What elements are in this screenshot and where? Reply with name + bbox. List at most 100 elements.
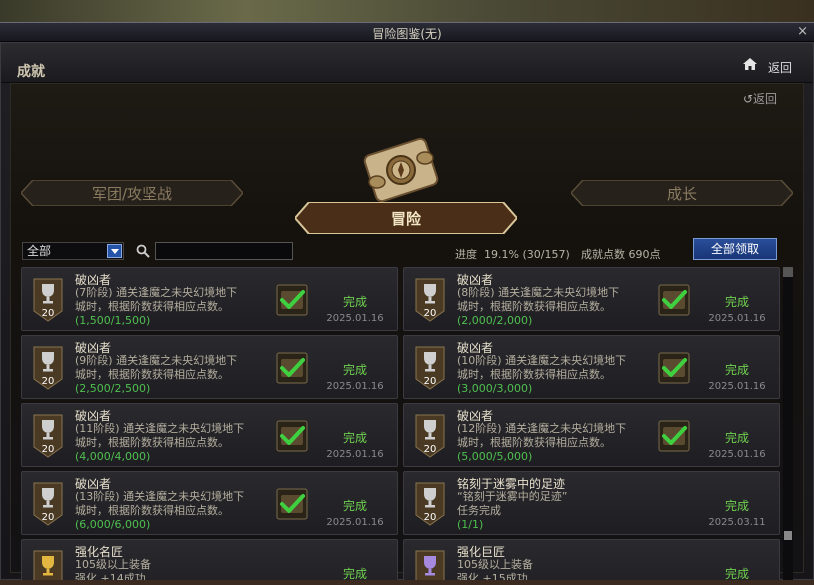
achievement-desc-line2: 城时，根据阶数获得相应点数。 (457, 436, 611, 449)
achievement-description: (8阶段) 通关逢魔之未央幻境地下 城时，根据阶数获得相应点数。 (457, 286, 657, 314)
achievement-description: (10阶段) 通关逢魔之未央幻境地下 城时，根据阶数获得相应点数。 (457, 354, 657, 382)
achievement-desc-line1: (7阶段) 通关逢魔之未央幻境地下 (75, 286, 238, 299)
achievement-date: 2025.03.11 (708, 517, 766, 528)
section-header: 成就 返回 (1, 43, 813, 83)
tab-legion-label: 军团/攻坚战 (91, 184, 173, 203)
achievement-card[interactable]: 20 破凶者 (12阶段) 通关逢魔之未央幻境地下 城时，根据阶数获得相应点数。 (5,… (403, 403, 780, 467)
reward-claimed-check-icon[interactable] (276, 488, 308, 520)
background-scene-bottom (0, 580, 814, 585)
achievement-desc-line2: 城时，根据阶数获得相应点数。 (457, 368, 611, 381)
scroll-up-button[interactable] (783, 267, 793, 277)
achievement-card[interactable]: 20 破凶者 (13阶段) 通关逢魔之未央幻境地下 城时，根据阶数获得相应点数。 (6,… (21, 471, 398, 535)
scroll-compass-icon (363, 137, 439, 203)
achievement-status: 完成 (724, 295, 749, 309)
chevron-down-icon[interactable] (107, 244, 122, 258)
achievement-card[interactable]: 20 破凶者 (10阶段) 通关逢魔之未央幻境地下 城时，根据阶数获得相应点数。 (3,… (403, 335, 780, 399)
home-icon[interactable] (743, 58, 757, 70)
achievement-desc-line1: (13阶段) 通关逢魔之未央幻境地下 (75, 490, 245, 503)
points-value: 690点 (628, 248, 661, 261)
return-label: 返回 (752, 92, 777, 106)
achievement-progress: (4,000/4,000) (75, 450, 151, 463)
achievement-status: 完成 (342, 363, 367, 377)
achievement-progress: (6,000/6,000) (75, 518, 151, 531)
return-button[interactable]: ↺返回 (743, 90, 777, 107)
section-title: 成就 (17, 64, 45, 80)
achievement-points: 20 (41, 444, 55, 455)
achievement-desc-line2: 城时，根据阶数获得相应点数。 (75, 300, 229, 313)
achievement-desc-line1: 105级以上装备 (457, 558, 533, 571)
reward-claimed-check-icon[interactable] (658, 284, 690, 316)
achievement-status: 完成 (342, 295, 367, 309)
achievement-date: 2025.01.16 (708, 313, 766, 324)
achievement-progress: (3,000/3,000) (457, 382, 533, 395)
achievement-progress: (1/1) (457, 518, 484, 531)
search-input[interactable] (155, 242, 293, 260)
progress-text: 进度 19.1% (30/157) (455, 246, 570, 262)
reward-claimed-check-icon[interactable] (658, 420, 690, 452)
achievement-window: 成就 返回 ↺返回 军团/攻坚战 冒险 成长 全部 进度 19.1% (30/1… (0, 42, 814, 585)
tab-growth[interactable]: 成长 (571, 180, 793, 206)
achievement-date: 2025.01.16 (326, 449, 384, 460)
achievement-card[interactable]: 20 破凶者 (11阶段) 通关逢魔之未央幻境地下 城时，根据阶数获得相应点数。 (4,… (21, 403, 398, 467)
achievement-date: 2025.01.16 (326, 517, 384, 528)
tab-legion[interactable]: 军团/攻坚战 (21, 180, 243, 206)
reward-claimed-check-icon[interactable] (276, 284, 308, 316)
achievement-points: 20 (41, 308, 55, 319)
achievement-desc-line1: 105级以上装备 (75, 558, 151, 571)
achievement-desc-line1: (12阶段) 通关逢魔之未央幻境地下 (457, 422, 627, 435)
achievement-badge: 20 (415, 278, 445, 322)
achievement-badge: 20 (33, 482, 63, 526)
achievement-status: 完成 (724, 499, 749, 513)
achievement-desc-line2: 城时，根据阶数获得相应点数。 (457, 300, 611, 313)
background-scene (0, 0, 814, 22)
achievement-badge: 20 (33, 414, 63, 458)
achievement-badge: 20 (415, 414, 445, 458)
achievement-card[interactable]: 20 破凶者 (8阶段) 通关逢魔之未央幻境地下 城时，根据阶数获得相应点数。 (2,0… (403, 267, 780, 331)
achievement-card[interactable]: 100强化巨匠105级以上装备强化 +15成功(1/1)完成2025.03.11 (403, 539, 780, 585)
achievement-description: (12阶段) 通关逢魔之未央幻境地下 城时，根据阶数获得相应点数。 (457, 422, 657, 450)
claim-all-button[interactable]: 全部领取 (693, 238, 777, 260)
achievement-description: (7阶段) 通关逢魔之未央幻境地下 城时，根据阶数获得相应点数。 (75, 286, 275, 314)
achievement-desc-line2: 任务完成 (457, 504, 501, 517)
achievement-description: “铭刻于迷雾中的足迹” 任务完成 (457, 490, 657, 518)
scrollbar[interactable] (783, 267, 793, 585)
achievement-card[interactable]: 20 破凶者 (9阶段) 通关逢魔之未央幻境地下 城时，根据阶数获得相应点数。 (2,5… (21, 335, 398, 399)
category-dropdown[interactable]: 全部 (22, 242, 124, 260)
scrollbar-thumb[interactable] (784, 531, 792, 540)
achievement-description: (13阶段) 通关逢魔之未央幻境地下 城时，根据阶数获得相应点数。 (75, 490, 275, 518)
game-screen: 冒险图鉴(无) × 成就 返回 ↺返回 军团/攻坚战 冒险 成长 全部 进度 1… (0, 0, 814, 585)
achievement-progress: (5,000/5,000) (457, 450, 533, 463)
achievement-points: 20 (423, 444, 437, 455)
achievement-panel: ↺返回 军团/攻坚战 冒险 成长 全部 进度 19.1% (30/157) 成就… (10, 83, 804, 585)
points-text: 成就点数 690点 (581, 246, 661, 262)
achievement-card[interactable]: 50强化名匠105级以上装备强化 +14成功(1/1)完成2025.03.11 (21, 539, 398, 585)
achievement-card[interactable]: 20 铭刻于迷雾中的足迹 “铭刻于迷雾中的足迹” 任务完成 (1/1) 完成 2025.03… (403, 471, 780, 535)
achievement-desc-line2: 城时，根据阶数获得相应点数。 (75, 436, 229, 449)
achievement-date: 2025.01.16 (326, 313, 384, 324)
achievement-status: 完成 (724, 363, 749, 377)
achievement-points: 20 (423, 512, 437, 523)
reward-claimed-check-icon[interactable] (276, 352, 308, 384)
return-arrow-icon: ↺ (742, 92, 754, 106)
achievement-progress: (1,500/1,500) (75, 314, 151, 327)
achievement-points: 20 (41, 376, 55, 387)
tab-adventure[interactable]: 冒险 (295, 202, 517, 234)
progress-count: (30/157) (522, 248, 570, 261)
achievement-badge: 20 (415, 346, 445, 390)
achievement-description: (9阶段) 通关逢魔之未央幻境地下 城时，根据阶数获得相应点数。 (75, 354, 275, 382)
reward-claimed-check-icon[interactable] (658, 352, 690, 384)
category-value: 全部 (27, 244, 52, 258)
achievement-status: 完成 (342, 431, 367, 445)
achievement-points: 20 (423, 308, 437, 319)
achievement-card[interactable]: 20 破凶者 (7阶段) 通关逢魔之未央幻境地下 城时，根据阶数获得相应点数。 (1,5… (21, 267, 398, 331)
achievement-desc-line1: (11阶段) 通关逢魔之未央幻境地下 (75, 422, 245, 435)
achievement-status: 完成 (342, 499, 367, 513)
achievement-points: 20 (423, 376, 437, 387)
achievement-date: 2025.01.16 (708, 381, 766, 392)
close-button[interactable]: × (797, 24, 808, 39)
achievement-desc-line2: 城时，根据阶数获得相应点数。 (75, 368, 229, 381)
back-button[interactable]: 返回 (768, 59, 792, 76)
reward-claimed-check-icon[interactable] (276, 420, 308, 452)
achievement-badge: 20 (415, 482, 445, 526)
achievement-date: 2025.01.16 (326, 381, 384, 392)
